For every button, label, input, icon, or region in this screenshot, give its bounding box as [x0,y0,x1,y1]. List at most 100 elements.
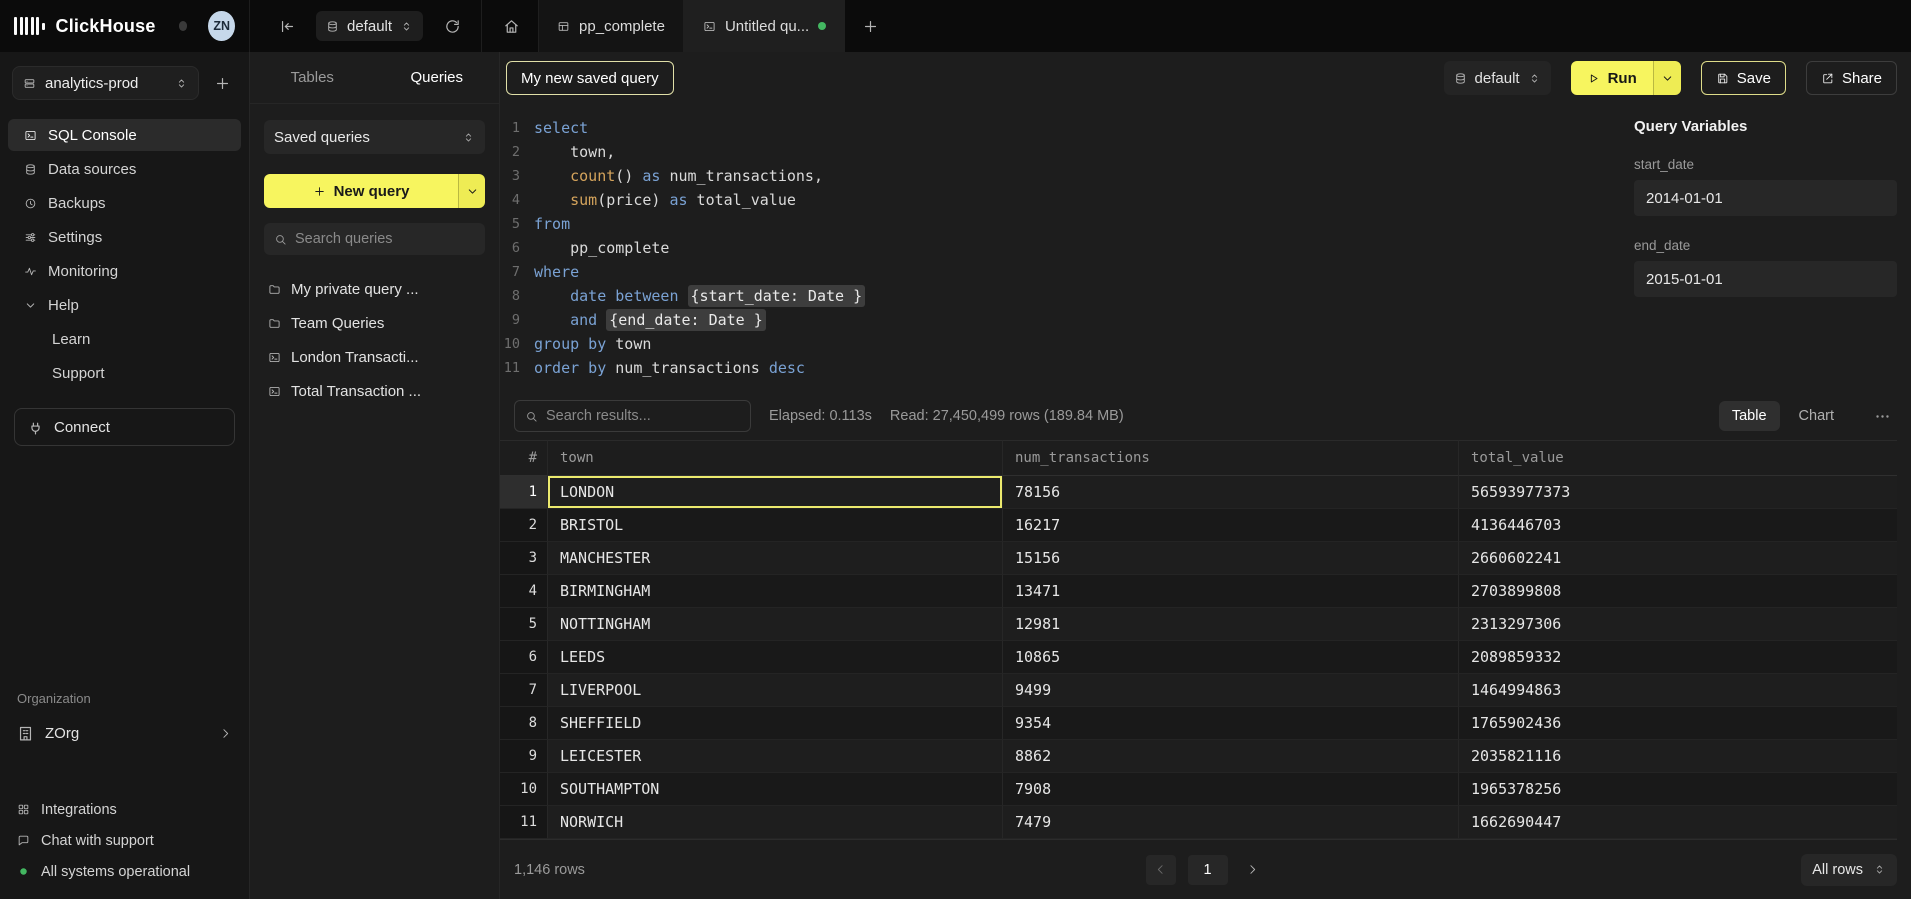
next-page-button[interactable] [1240,855,1266,885]
data-cell[interactable]: 9499 [1003,674,1459,707]
row-number-cell[interactable]: 4 [500,575,548,608]
sidebar-item-help[interactable]: Help [8,289,241,321]
row-number-cell[interactable]: 3 [500,542,548,575]
sidebar-item-settings[interactable]: Settings [8,221,241,253]
sidebar-item-backups[interactable]: Backups [8,187,241,219]
data-cell[interactable]: 78156 [1003,476,1459,509]
end-date-input[interactable] [1634,261,1897,297]
data-cell[interactable]: 1965378256 [1459,773,1897,806]
row-number-cell[interactable]: 8 [500,707,548,740]
refresh-button[interactable] [437,11,467,41]
data-cell[interactable]: 2313297306 [1459,608,1897,641]
sidebar-footer-chat-with-support[interactable]: Chat with support [0,825,249,856]
data-cell[interactable]: 13471 [1003,575,1459,608]
sidebar-item-monitoring[interactable]: Monitoring [8,255,241,287]
new-query-button[interactable]: New query [264,174,458,208]
previous-page-button[interactable] [1146,855,1176,885]
saved-query-item-total-transaction[interactable]: Total Transaction ... [264,375,485,407]
row-number-cell[interactable]: 9 [500,740,548,773]
connect-button[interactable]: Connect [14,408,235,446]
data-cell[interactable]: BIRMINGHAM [548,575,1003,608]
data-cell[interactable]: LIVERPOOL [548,674,1003,707]
tab-queries[interactable]: Queries [375,52,500,103]
data-cell[interactable]: 56593977373 [1459,476,1897,509]
save-button[interactable]: Save [1701,61,1786,95]
column-header-total-value[interactable]: total_value [1459,440,1897,476]
data-cell[interactable]: 7908 [1003,773,1459,806]
column-header-index[interactable]: # [500,440,548,476]
data-cell[interactable]: NORWICH [548,806,1003,839]
editor-database-selector[interactable]: default [1444,61,1551,95]
data-cell[interactable]: 2660602241 [1459,542,1897,575]
line-number: 4 [500,192,534,208]
column-header-town[interactable]: town [548,440,1003,476]
data-cell[interactable]: LONDON [548,476,1003,509]
search-queries-input[interactable] [295,231,475,247]
sidebar-item-data-sources[interactable]: Data sources [8,153,241,185]
data-cell[interactable]: 8862 [1003,740,1459,773]
data-cell[interactable]: 4136446703 [1459,509,1897,542]
column-header-num-transactions[interactable]: num_transactions [1003,440,1459,476]
data-cell[interactable]: 1765902436 [1459,707,1897,740]
start-date-input[interactable] [1634,180,1897,216]
sidebar-item-sql-console[interactable]: SQL Console [8,119,241,151]
data-cell[interactable]: 2035821116 [1459,740,1897,773]
data-cell[interactable]: SHEFFIELD [548,707,1003,740]
new-tab-button[interactable] [855,11,885,41]
sql-editor[interactable]: 1select2 town,3 count() as num_transacti… [500,104,1634,392]
notification-dot[interactable] [179,21,188,31]
sidebar-footer-integrations[interactable]: Integrations [0,794,249,825]
row-number-cell[interactable]: 11 [500,806,548,839]
rows-filter-select[interactable]: All rows [1801,854,1897,886]
saved-query-item-my-private-query[interactable]: My private query ... [264,273,485,305]
topbar-database-selector[interactable]: default [316,11,423,41]
data-cell[interactable]: 1662690447 [1459,806,1897,839]
run-options-button[interactable] [1653,61,1681,95]
new-query-dropdown-button[interactable] [458,174,485,208]
page-number[interactable]: 1 [1188,855,1228,885]
data-cell[interactable]: 15156 [1003,542,1459,575]
data-cell[interactable]: LEICESTER [548,740,1003,773]
data-cell[interactable]: 1464994863 [1459,674,1897,707]
add-service-button[interactable] [207,68,237,98]
saved-query-item-london-transacti[interactable]: London Transacti... [264,341,485,373]
data-cell[interactable]: SOUTHAMPTON [548,773,1003,806]
row-number-cell[interactable]: 1 [500,476,548,509]
data-cell[interactable]: 2089859332 [1459,641,1897,674]
data-cell[interactable]: 12981 [1003,608,1459,641]
row-number-cell[interactable]: 2 [500,509,548,542]
data-cell[interactable]: 16217 [1003,509,1459,542]
data-cell[interactable]: MANCHESTER [548,542,1003,575]
data-cell[interactable]: NOTTINGHAM [548,608,1003,641]
editor-tab-untitled-qu[interactable]: Untitled qu... [684,0,845,52]
search-results-input[interactable] [546,408,740,424]
saved-query-item-team-queries[interactable]: Team Queries [264,307,485,339]
view-toggle-chart[interactable]: Chart [1786,401,1847,431]
sidebar-item-support[interactable]: Support [8,357,241,389]
organization-row[interactable]: ZOrg [0,716,249,750]
saved-query-name-button[interactable]: My new saved query [506,61,674,95]
home-button[interactable] [496,11,526,41]
data-cell[interactable]: 7479 [1003,806,1459,839]
row-number-cell[interactable]: 5 [500,608,548,641]
run-button[interactable]: Run [1571,61,1653,95]
data-cell[interactable]: 10865 [1003,641,1459,674]
collapse-sidebar-button[interactable] [272,11,302,41]
sidebar-item-learn[interactable]: Learn [8,323,241,355]
saved-queries-select[interactable]: Saved queries [264,120,485,154]
view-toggle-table[interactable]: Table [1719,401,1780,431]
data-cell[interactable]: LEEDS [548,641,1003,674]
row-number-cell[interactable]: 6 [500,641,548,674]
share-button[interactable]: Share [1806,61,1897,95]
results-more-button[interactable] [1867,401,1897,431]
editor-tab-pp-complete[interactable]: pp_complete [538,0,684,52]
tab-tables[interactable]: Tables [250,52,375,103]
workspace-selector[interactable]: analytics-prod [12,66,199,100]
data-cell[interactable]: 2703899808 [1459,575,1897,608]
sidebar-footer-all-systems-operational[interactable]: All systems operational [0,856,249,887]
avatar[interactable]: ZN [208,11,235,41]
data-cell[interactable]: BRISTOL [548,509,1003,542]
data-cell[interactable]: 9354 [1003,707,1459,740]
row-number-cell[interactable]: 7 [500,674,548,707]
row-number-cell[interactable]: 10 [500,773,548,806]
